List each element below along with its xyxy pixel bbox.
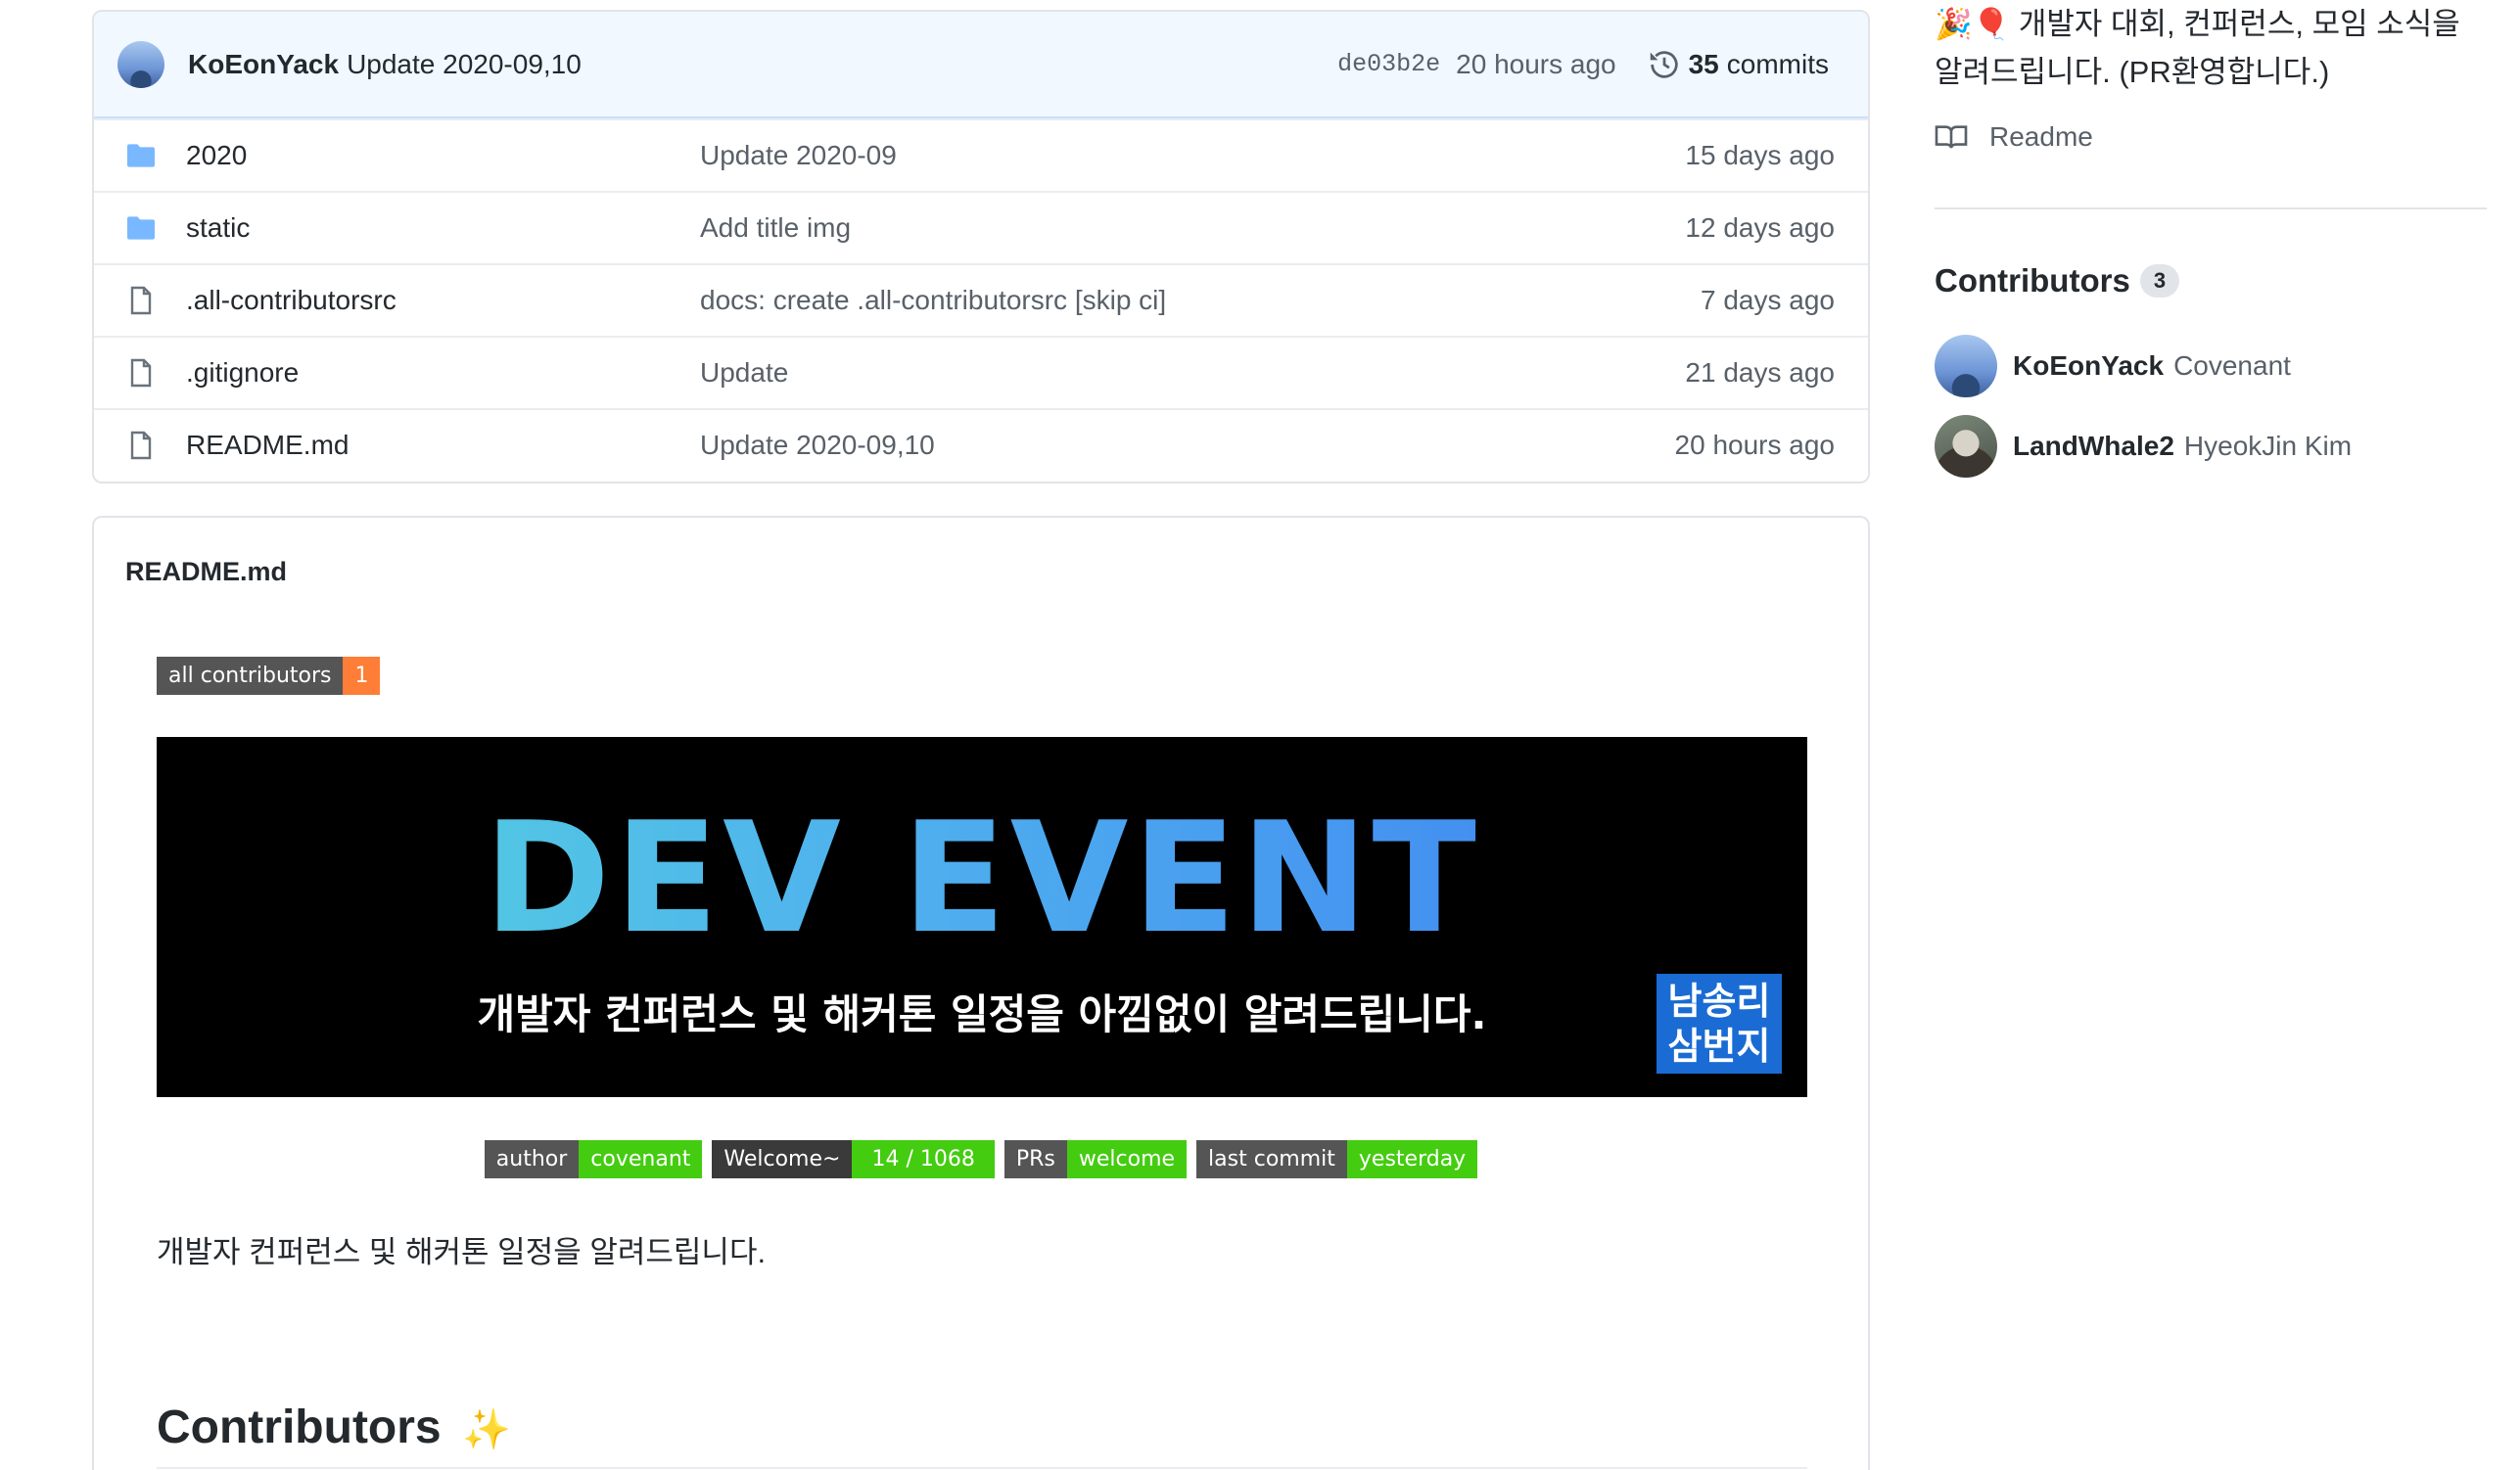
file-commit-link[interactable]: Update	[700, 357, 1685, 389]
badge-label: last commit	[1196, 1140, 1347, 1178]
file-age: 20 hours ago	[1674, 430, 1835, 460]
file-icon	[130, 286, 152, 315]
file-commit-link[interactable]: Add title img	[700, 212, 1685, 244]
file-row[interactable]: .all-contributorsrc docs: create .all-co…	[94, 263, 1868, 336]
contributors-title-text: Contributors	[1935, 262, 2130, 299]
file-age: 15 days ago	[1685, 140, 1835, 170]
party-balloon-icon: 🎉🎈	[1935, 7, 2011, 41]
commits-label: commits	[1726, 48, 1829, 79]
history-icon	[1650, 50, 1678, 78]
contributor-fullname: HyeokJin Kim	[2183, 431, 2353, 461]
sparkles-icon: ✨	[461, 1408, 511, 1451]
commit-message-link[interactable]: Update 2020-09,10	[347, 49, 582, 80]
commit-time: 20 hours ago	[1456, 48, 1616, 79]
readme-filename: README.md	[125, 557, 288, 586]
commit-author-link[interactable]: KoEonYack	[188, 49, 339, 80]
contributor-login[interactable]: LandWhale2	[2013, 431, 2174, 462]
file-age: 12 days ago	[1685, 212, 1835, 243]
contributors-counter: 3	[2139, 264, 2180, 298]
author-badge[interactable]: author covenant	[484, 1140, 703, 1178]
contributors-section-title[interactable]: Contributors 3	[1935, 262, 2180, 299]
readme-panel: README.md all contributors 1 DEV EVENT 개…	[92, 516, 1870, 1470]
badge-label: author	[484, 1140, 580, 1178]
readme-sidebar-link[interactable]: Readme	[1935, 121, 2093, 153]
contributors-heading-text: Contributors	[157, 1401, 442, 1453]
welcome-badge[interactable]: Welcome~ 14 / 1068	[712, 1140, 995, 1178]
file-row[interactable]: static Add title img 12 days ago	[94, 191, 1868, 263]
all-contributors-badge[interactable]: all contributors 1	[157, 657, 381, 695]
banner-title: DEV EVENT	[157, 802, 1807, 954]
badge-label: Welcome~	[712, 1140, 853, 1178]
about-description: 🎉🎈 개발자 대회, 컨퍼런스, 모임 소식을 알려드립니다. (PR환영합니다…	[1935, 0, 2483, 96]
file-name-link[interactable]: static	[186, 212, 700, 244]
badge-value: yesterday	[1346, 1140, 1478, 1178]
badge-value: 14 / 1068	[852, 1140, 995, 1178]
badge-value: 1	[343, 657, 381, 695]
heading-divider	[157, 1467, 1807, 1469]
commits-history-link[interactable]: 35 commits	[1648, 48, 1829, 81]
file-browser: KoEonYack Update 2020-09,10 de03b2e 20 h…	[92, 10, 1870, 483]
banner-subtitle: 개발자 컨퍼런스 및 해커톤 일정을 아낌없이 알려드립니다.	[477, 990, 1487, 1038]
badge-label: PRs	[1003, 1140, 1067, 1178]
file-commit-link[interactable]: Update 2020-09	[700, 140, 1685, 171]
file-icon	[130, 431, 152, 460]
file-name-link[interactable]: .all-contributorsrc	[186, 285, 700, 316]
badge-value: covenant	[579, 1140, 703, 1178]
file-name-link[interactable]: 2020	[186, 140, 700, 171]
file-row[interactable]: 2020 Update 2020-09 15 days ago	[94, 118, 1868, 191]
file-age: 21 days ago	[1685, 357, 1835, 388]
contributor-login[interactable]: KoEonYack	[2013, 350, 2164, 382]
file-commit-link[interactable]: Update 2020-09,10	[700, 430, 1675, 461]
contributor-avatar[interactable]	[1935, 335, 1997, 397]
folder-icon	[127, 216, 155, 240]
badge-value: welcome	[1066, 1140, 1188, 1178]
contributor-item[interactable]: LandWhale2 HyeokJin Kim	[1935, 415, 2352, 478]
contributors-heading: Contributors ✨	[157, 1401, 511, 1454]
contributor-avatar[interactable]	[1935, 415, 1997, 478]
book-icon	[1935, 125, 1968, 149]
file-row[interactable]: .gitignore Update 21 days ago	[94, 336, 1868, 408]
folder-icon	[127, 144, 155, 167]
badge-row: author covenant Welcome~ 14 / 1068 PRs w…	[94, 1140, 1868, 1178]
logo-line-2: 삼번지	[1667, 1025, 1771, 1068]
last-commit-badge[interactable]: last commit yesterday	[1196, 1140, 1478, 1178]
file-icon	[130, 358, 152, 388]
sidebar-divider	[1935, 207, 2487, 209]
file-name-link[interactable]: .gitignore	[186, 357, 700, 389]
prs-welcome-badge[interactable]: PRs welcome	[1003, 1140, 1188, 1178]
contributor-fullname: Covenant	[2173, 350, 2291, 381]
logo-line-1: 남송리	[1667, 980, 1771, 1023]
readme-description: 개발자 컨퍼런스 및 해커톤 일정을 알려드립니다.	[157, 1235, 767, 1269]
dev-event-banner-image: DEV EVENT 개발자 컨퍼런스 및 해커톤 일정을 아낌없이 알려드립니다…	[157, 737, 1807, 1097]
file-commit-link[interactable]: docs: create .all-contributorsrc [skip c…	[700, 285, 1701, 316]
latest-commit-bar: KoEonYack Update 2020-09,10 de03b2e 20 h…	[94, 12, 1868, 118]
file-name-link[interactable]: README.md	[186, 430, 700, 461]
badge-label: all contributors	[157, 657, 344, 695]
author-avatar[interactable]	[117, 40, 164, 88]
namsongri-logo: 남송리 삼번지	[1657, 974, 1782, 1074]
about-text: 개발자 대회, 컨퍼런스, 모임 소식을 알려드립니다. (PR환영합니다.)	[1935, 7, 2460, 89]
readme-link-label: Readme	[1989, 121, 2093, 152]
file-age: 7 days ago	[1701, 285, 1835, 315]
contributor-item[interactable]: KoEonYack Covenant	[1935, 335, 2291, 397]
commit-sha-link[interactable]: de03b2e	[1337, 50, 1440, 78]
file-row[interactable]: README.md Update 2020-09,10 20 hours ago	[94, 408, 1868, 481]
commits-count: 35	[1688, 48, 1719, 79]
